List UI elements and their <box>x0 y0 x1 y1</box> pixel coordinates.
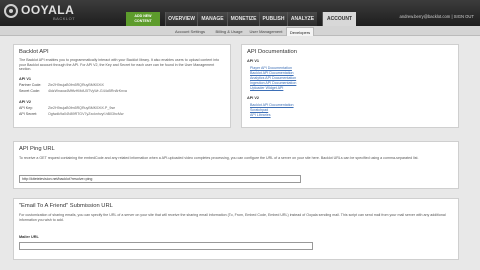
email-description: For customization of sharing emails, you… <box>19 213 446 222</box>
link-api-libraries[interactable]: API Libraries <box>250 113 271 117</box>
api-secret-label: API Secret: <box>19 112 38 116</box>
top-navigation-bar: OOYALA BACKLOT ADD NEW CONTENT OVERVIEW … <box>0 0 480 26</box>
api-key-label: API Key: <box>19 106 33 110</box>
partner-code-label: Partner Code: <box>19 83 42 87</box>
link-ingestion-api-docs[interactable]: Ingestion API Documentation <box>250 81 296 85</box>
api-ping-url-panel: API Ping URL To receive a GET request co… <box>13 141 459 189</box>
link-scratchpad[interactable]: Scratchpad <box>250 108 268 112</box>
secret-code-value: 4ldzWnaoa4MftfzHMdU5TVyWr-G44cBRn8rKnva <box>48 89 127 93</box>
subtab-account-settings[interactable]: Account Settings <box>170 27 210 36</box>
sign-out-link[interactable]: SIGN OUT <box>454 14 474 19</box>
nav-tab-account[interactable]: ACCOUNT <box>322 12 356 26</box>
api-v2-label: API V2 <box>19 100 32 104</box>
nav-tab-overview[interactable]: OVERVIEW <box>165 12 197 26</box>
link-player-api-docs[interactable]: Player API Documentation <box>250 66 292 70</box>
nav-tab-manage[interactable]: MANAGE <box>197 12 227 26</box>
email-submission-url-panel: "Email To A Friend" Submission URL For c… <box>13 198 459 260</box>
nav-tab-monetize[interactable]: MONETIZE <box>227 12 259 26</box>
secret-code-label: Secret Code: <box>19 89 40 93</box>
email-title: "Email To A Friend" Submission URL <box>19 203 113 209</box>
backlot-api-title: Backlot API <box>19 49 49 55</box>
mailer-url-input[interactable] <box>19 242 313 250</box>
ooyala-logo[interactable]: OOYALA BACKLOT <box>4 3 92 23</box>
brand-name: OOYALA <box>21 3 75 17</box>
api-secret-value: Oglwdk9a04N89RTGV7yZxcknhvyf-hB03hcMw <box>48 112 124 116</box>
brand-subtitle: BACKLOT <box>53 16 76 21</box>
account-subnav: Account Settings Billing & Usage User Ma… <box>0 26 480 36</box>
account-info: andrew.berry@backlot.com | SIGN OUT <box>400 14 475 19</box>
api-v1-label: API V1 <box>19 77 32 81</box>
backlot-api-panel: Backlot API The Backlot API enables you … <box>13 44 231 128</box>
api-documentation-panel: API Documentation API V1 Player API Docu… <box>241 44 459 128</box>
link-backlot-api-docs-v2[interactable]: Backlot API Documentation <box>250 103 294 107</box>
ping-description: To receive a GET request containing the … <box>19 156 419 160</box>
add-new-content-button[interactable]: ADD NEW CONTENT <box>126 12 160 26</box>
backlot-api-description: The Backlot API enables you to programma… <box>19 58 220 72</box>
ooyala-logo-icon <box>4 4 18 18</box>
nav-tab-publish[interactable]: PUBLISH <box>259 12 287 26</box>
docs-v2-label: API V2 <box>247 96 260 100</box>
link-analytics-api-docs[interactable]: Analytics API Documentation <box>250 76 296 80</box>
user-email[interactable]: andrew.berry@backlot.com <box>400 14 451 19</box>
ping-title: API Ping URL <box>19 146 55 152</box>
docs-v1-label: API V1 <box>247 59 260 63</box>
link-uploader-widget-api[interactable]: Uploader Widget API <box>250 86 283 90</box>
mailer-url-label: Mailer URL <box>19 235 39 239</box>
api-key-value: Zie2H9xujaB0fm5RQRuyBMK0XtX.P_9se <box>48 106 116 110</box>
link-backlot-api-docs-v1[interactable]: Backlot API Documentation <box>250 71 294 75</box>
subtab-billing-usage[interactable]: Billing & Usage <box>212 27 246 36</box>
subtab-developers[interactable]: Developers <box>286 27 314 36</box>
nav-tab-analyze[interactable]: ANALYZE <box>287 12 317 26</box>
partner-code-value: Zie2H9xujaB0fm5RQRuyBMK0XtX <box>48 83 104 87</box>
subtab-user-management[interactable]: User Management <box>248 27 284 36</box>
api-docs-title: API Documentation <box>247 49 297 55</box>
ping-url-input[interactable]: http://kitetelevision.net/backlot?resolv… <box>19 175 301 183</box>
add-new-label-line2: CONTENT <box>134 18 152 23</box>
